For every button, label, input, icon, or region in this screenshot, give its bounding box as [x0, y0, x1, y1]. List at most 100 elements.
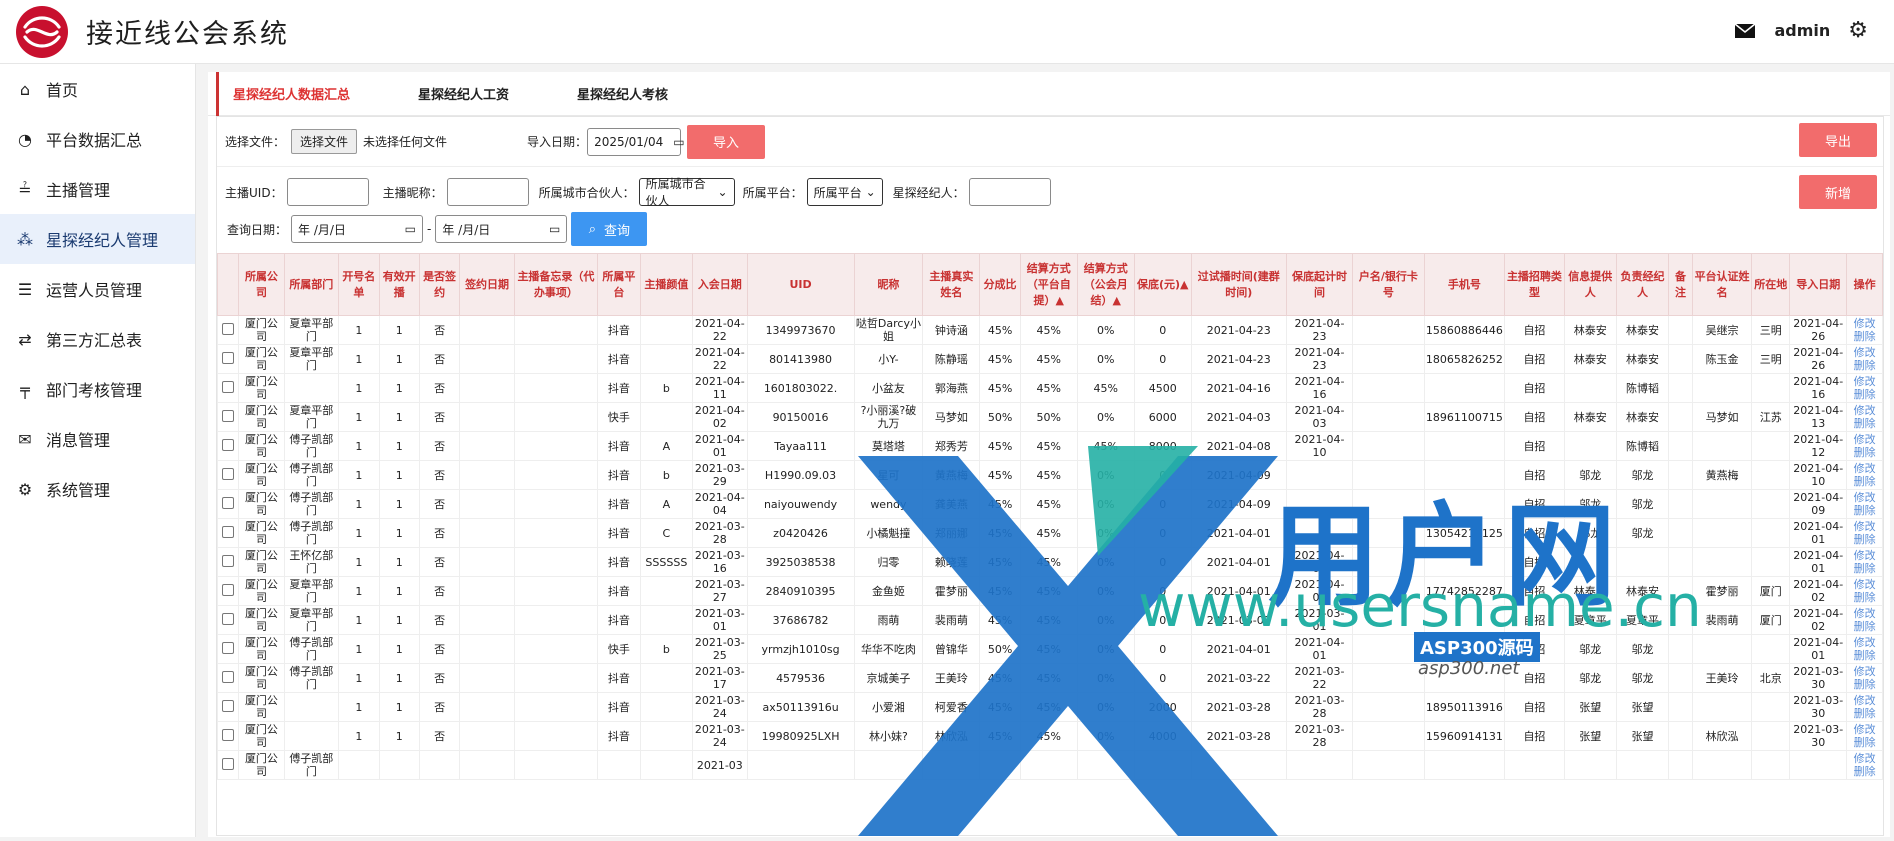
column-header[interactable]: 昵称 — [853, 253, 924, 316]
sidebar-item-2[interactable]: ≟ 主播管理 — [0, 164, 195, 214]
delete-link[interactable]: 删除 — [1848, 446, 1881, 459]
delete-link[interactable]: 删除 — [1848, 707, 1881, 720]
user-name[interactable]: admin — [1774, 21, 1830, 40]
delete-link[interactable]: 删除 — [1848, 330, 1881, 343]
city-partner-select[interactable]: 所属城市合伙人 ⌄ — [638, 177, 735, 208]
edit-link[interactable]: 修改 — [1848, 723, 1881, 736]
delete-link[interactable]: 删除 — [1848, 620, 1881, 633]
delete-link[interactable]: 删除 — [1848, 475, 1881, 488]
edit-link[interactable]: 修改 — [1848, 462, 1881, 475]
column-header[interactable]: 负责经纪人 — [1615, 253, 1670, 316]
edit-link[interactable]: 修改 — [1848, 520, 1881, 533]
sidebar-item-0[interactable]: ⌂ 首页 — [0, 64, 195, 114]
edit-link[interactable]: 修改 — [1848, 317, 1881, 330]
sidebar-item-8[interactable]: ⚙ 系统管理 — [0, 464, 195, 514]
tab-scout-summary[interactable]: 星探经纪人数据汇总 — [216, 71, 364, 116]
choose-file-button[interactable]: 选择文件 — [291, 129, 358, 154]
column-header[interactable]: 签约日期 — [459, 253, 515, 316]
import-button[interactable]: 导入 — [687, 124, 766, 159]
host-nick-input[interactable] — [446, 178, 529, 206]
edit-link[interactable]: 修改 — [1848, 491, 1881, 504]
row-checkbox[interactable] — [222, 380, 235, 393]
delete-link[interactable]: 删除 — [1848, 591, 1881, 604]
delete-link[interactable]: 删除 — [1848, 765, 1881, 778]
column-header[interactable]: 有效开播 — [378, 253, 420, 316]
column-header[interactable]: 主播招聘类型 — [1504, 253, 1565, 316]
mail-icon[interactable] — [1734, 22, 1756, 39]
platform-select[interactable]: 所属平台 ⌄ — [806, 178, 883, 206]
column-header[interactable]: 所在地 — [1751, 253, 1791, 316]
column-header[interactable]: 主播备忘录（代办事项） — [513, 253, 599, 316]
edit-link[interactable]: 修改 — [1848, 404, 1881, 417]
row-checkbox[interactable] — [222, 728, 235, 741]
delete-link[interactable]: 删除 — [1848, 736, 1881, 749]
query-button[interactable]: ⌕ 查询 — [571, 212, 648, 246]
column-header[interactable]: 结算方式（平台自提）▲ — [1019, 253, 1078, 316]
column-header[interactable]: 过试播时间(建群时间) — [1190, 253, 1287, 316]
row-checkbox[interactable] — [222, 612, 235, 625]
row-checkbox[interactable] — [222, 641, 235, 654]
delete-link[interactable]: 删除 — [1848, 359, 1881, 372]
sidebar-item-6[interactable]: ╤ 部门考核管理 — [0, 364, 195, 414]
row-checkbox[interactable] — [222, 699, 235, 712]
row-checkbox[interactable] — [222, 467, 235, 480]
import-date-input[interactable]: 2025/01/04 ▭ — [587, 127, 685, 156]
column-header[interactable]: 开号名单 — [338, 253, 380, 316]
column-header[interactable]: 保底起计时间 — [1285, 253, 1354, 316]
column-header[interactable]: 操作 — [1846, 253, 1883, 316]
delete-link[interactable]: 删除 — [1848, 649, 1881, 662]
add-button[interactable]: 新增 — [1799, 175, 1877, 209]
column-header[interactable]: UID — [746, 253, 855, 316]
column-header[interactable]: 所属平台 — [597, 253, 641, 316]
sidebar-item-5[interactable]: ⇄ 第三方汇总表 — [0, 314, 195, 364]
column-header[interactable]: 信息提供人 — [1563, 253, 1617, 316]
column-header[interactable]: 平台认证姓名 — [1691, 253, 1753, 316]
tab-scout-salary[interactable]: 星探经纪人工资 — [404, 72, 523, 116]
edit-link[interactable]: 修改 — [1848, 752, 1881, 765]
delete-link[interactable]: 删除 — [1848, 417, 1881, 430]
row-checkbox[interactable] — [222, 554, 235, 567]
column-header[interactable]: 是否签约 — [418, 253, 461, 316]
edit-link[interactable]: 修改 — [1848, 433, 1881, 446]
column-header[interactable]: 备注 — [1668, 253, 1693, 316]
edit-link[interactable]: 修改 — [1848, 665, 1881, 678]
column-header[interactable]: 结算方式（公会月结）▲ — [1076, 253, 1135, 316]
delete-link[interactable]: 删除 — [1848, 562, 1881, 575]
edit-link[interactable]: 修改 — [1848, 578, 1881, 591]
column-header[interactable]: 保底(元)▲ — [1133, 253, 1192, 316]
export-button[interactable]: 导出 — [1799, 123, 1877, 157]
scout-input[interactable] — [968, 178, 1051, 206]
row-checkbox[interactable] — [222, 757, 235, 770]
row-checkbox[interactable] — [222, 583, 235, 596]
edit-link[interactable]: 修改 — [1848, 636, 1881, 649]
tab-scout-assessment[interactable]: 星探经纪人考核 — [563, 72, 682, 116]
edit-link[interactable]: 修改 — [1848, 607, 1881, 620]
sidebar-item-3[interactable]: ⁂ 星探经纪人管理 — [0, 214, 195, 264]
row-checkbox[interactable] — [222, 409, 235, 422]
column-header[interactable]: 导入日期 — [1789, 253, 1848, 316]
delete-link[interactable]: 删除 — [1848, 533, 1881, 546]
row-checkbox[interactable] — [222, 496, 235, 509]
sidebar-item-7[interactable]: ✉ 消息管理 — [0, 414, 195, 464]
settings-gear-icon[interactable]: ⚙ — [1848, 18, 1868, 43]
host-uid-input[interactable] — [286, 178, 369, 206]
row-checkbox[interactable] — [222, 438, 235, 451]
row-checkbox[interactable] — [222, 670, 235, 683]
column-header[interactable]: 分成比 — [979, 253, 1021, 316]
edit-link[interactable]: 修改 — [1848, 375, 1881, 388]
column-header[interactable]: 手机号 — [1423, 253, 1506, 316]
sidebar-item-1[interactable]: ◔ 平台数据汇总 — [0, 114, 195, 164]
edit-link[interactable]: 修改 — [1848, 549, 1881, 562]
delete-link[interactable]: 删除 — [1848, 388, 1881, 401]
start-date-input[interactable]: 年 /月/日 ▭ — [291, 215, 424, 243]
row-checkbox[interactable] — [222, 525, 235, 538]
delete-link[interactable]: 删除 — [1848, 504, 1881, 517]
edit-link[interactable]: 修改 — [1848, 694, 1881, 707]
sidebar-item-4[interactable]: ☰ 运营人员管理 — [0, 264, 195, 314]
row-checkbox[interactable] — [222, 351, 235, 364]
edit-link[interactable]: 修改 — [1848, 346, 1881, 359]
column-header[interactable]: 所属部门 — [283, 253, 340, 316]
column-header[interactable]: 主播颜值 — [639, 253, 694, 316]
column-header[interactable]: 入会日期 — [692, 253, 748, 316]
row-checkbox[interactable] — [222, 322, 235, 335]
